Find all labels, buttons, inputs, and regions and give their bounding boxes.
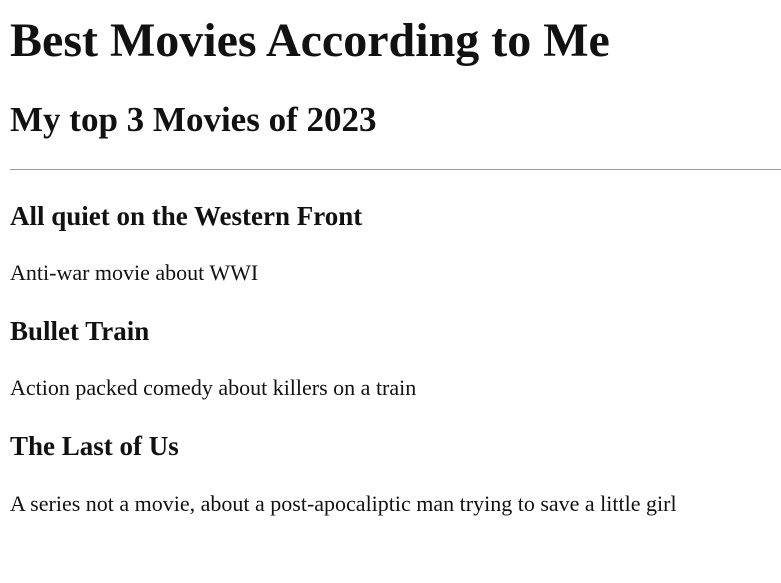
movie-title-all-quiet: All quiet on the Western Front	[10, 201, 363, 231]
movie-title-bullet-train: Bullet Train	[10, 316, 150, 346]
page-title: Best Movies According to Me	[10, 14, 610, 67]
movie-description-bullet-train: Action packed comedy about killers on a …	[10, 375, 417, 400]
movie-title-last-of-us: The Last of Us	[10, 431, 179, 461]
section-divider	[10, 169, 781, 170]
page-subtitle: My top 3 Movies of 2023	[10, 100, 377, 139]
movie-description-last-of-us: A series not a movie, about a post-apoca…	[10, 491, 677, 516]
page-content: Best Movies According to Me My top 3 Mov…	[0, 0, 781, 583]
movie-description-all-quiet: Anti-war movie about WWI	[10, 260, 259, 285]
